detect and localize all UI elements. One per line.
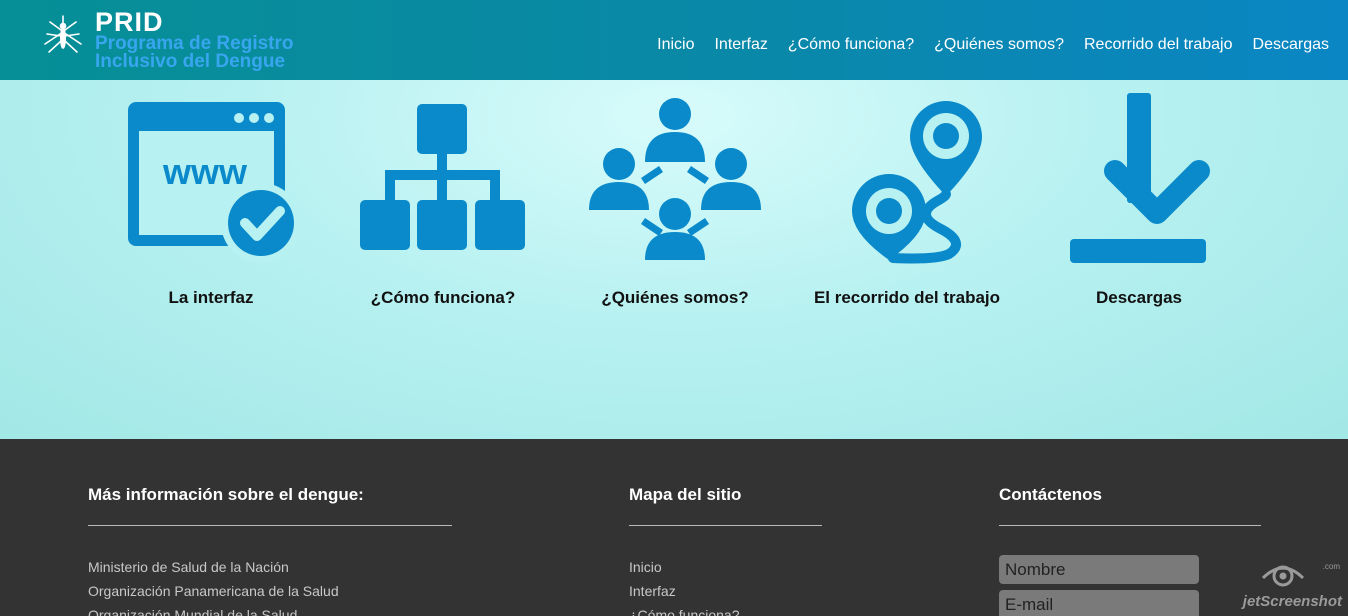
feature-card-como-funciona[interactable]: ¿Cómo funciona? bbox=[328, 80, 558, 307]
watermark-suffix: .com bbox=[1322, 562, 1340, 571]
hierarchy-diagram-icon bbox=[360, 104, 525, 250]
feature-card-recorrido[interactable]: El recorrido del trabajo bbox=[792, 80, 1022, 307]
sitemap-inicio[interactable]: Inicio bbox=[629, 559, 662, 575]
nav-como-funciona[interactable]: ¿Cómo funciona? bbox=[788, 36, 914, 54]
feature-label-como-funciona: ¿Cómo funciona? bbox=[370, 288, 516, 307]
name-field[interactable] bbox=[999, 555, 1199, 584]
brand-subtitle: Programa de Registro Inclusivo del Dengu… bbox=[95, 33, 294, 72]
www-browser-check-icon: www bbox=[128, 102, 297, 263]
team-network-icon bbox=[589, 98, 761, 260]
info-divider bbox=[88, 525, 452, 526]
sitemap-title: Mapa del sitio bbox=[629, 485, 742, 504]
feature-card-quienes-somos[interactable]: ¿Quiénes somos? bbox=[560, 80, 790, 307]
download-icon bbox=[1070, 93, 1210, 263]
contact-title: Contáctenos bbox=[999, 485, 1102, 504]
sitemap-interfaz[interactable]: Interfaz bbox=[629, 583, 676, 599]
nav-descargas[interactable]: Descargas bbox=[1253, 36, 1329, 54]
feature-card-descargas[interactable]: Descargas bbox=[1024, 80, 1254, 307]
main-nav: Inicio Interfaz ¿Cómo funciona? ¿Quiénes… bbox=[657, 36, 1329, 54]
feature-label-quienes-somos: ¿Quiénes somos? bbox=[601, 288, 749, 307]
site-footer: Más información sobre el dengue: Ministe… bbox=[0, 439, 1348, 616]
feature-label-interfaz: La interfaz bbox=[168, 288, 254, 307]
mosquito-icon[interactable] bbox=[40, 14, 86, 60]
nav-inicio[interactable]: Inicio bbox=[657, 36, 694, 54]
link-ops[interactable]: Organización Panamericana de la Salud bbox=[88, 583, 339, 599]
info-title: Más información sobre el dengue: bbox=[88, 485, 364, 504]
site-header: PRID Programa de Registro Inclusivo del … bbox=[0, 0, 1348, 80]
link-oms[interactable]: Organización Mundial de la Salud bbox=[88, 607, 297, 616]
feature-section: www La interfaz ¿Cómo funciona? ¿Quiénes… bbox=[0, 80, 1348, 439]
contact-divider bbox=[999, 525, 1261, 526]
nav-recorrido[interactable]: Recorrido del trabajo bbox=[1084, 36, 1233, 54]
email-field[interactable] bbox=[999, 590, 1199, 616]
svg-text:www: www bbox=[162, 151, 248, 192]
feature-label-descargas: Descargas bbox=[1095, 288, 1182, 307]
link-ministerio-salud[interactable]: Ministerio de Salud de la Nación bbox=[88, 559, 289, 575]
feature-label-recorrido: El recorrido del trabajo bbox=[813, 288, 1001, 307]
nav-interfaz[interactable]: Interfaz bbox=[714, 36, 767, 54]
route-map-icon bbox=[852, 101, 982, 264]
feature-card-interfaz[interactable]: www La interfaz bbox=[96, 80, 326, 307]
sitemap-divider bbox=[629, 525, 822, 526]
eye-logo-icon bbox=[1261, 565, 1305, 587]
watermark: .com jetScreenshot bbox=[1230, 560, 1342, 612]
nav-quienes-somos[interactable]: ¿Quiénes somos? bbox=[934, 36, 1064, 54]
watermark-text: jetScreenshot bbox=[1242, 593, 1342, 610]
sitemap-como-funciona[interactable]: ¿Cómo funciona? bbox=[629, 607, 740, 616]
